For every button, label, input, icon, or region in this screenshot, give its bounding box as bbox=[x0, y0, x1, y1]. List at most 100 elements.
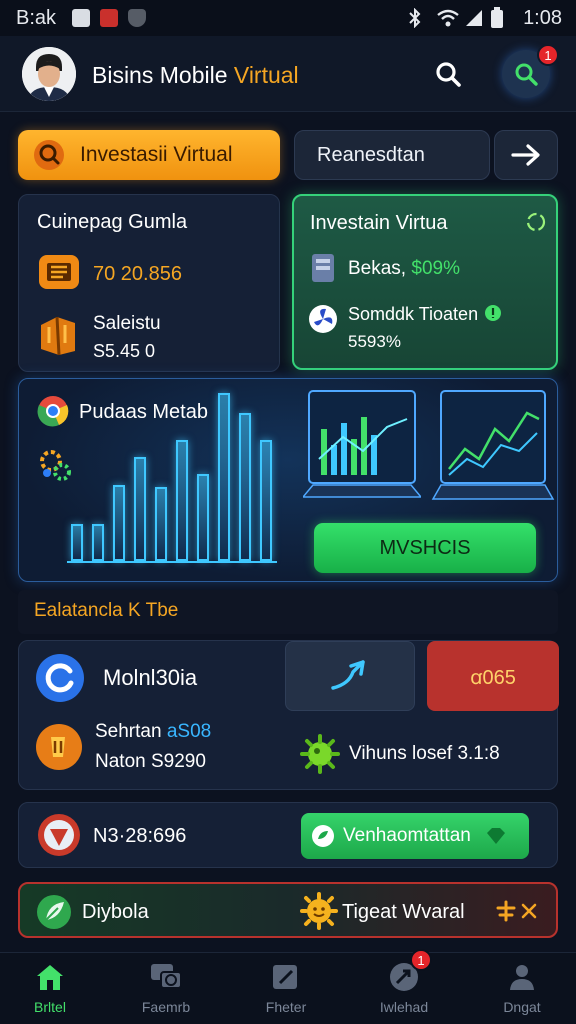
mono-right-label: Vihuns losef 3.1:8 bbox=[349, 743, 500, 764]
flipboard-icon bbox=[100, 9, 118, 27]
investasi-button[interactable]: Investasii Virtual bbox=[18, 130, 280, 180]
alert-icon bbox=[485, 305, 501, 321]
nav-item-edit[interactable]: Fheter bbox=[236, 961, 336, 1015]
app-title-main: Bisins Mobile bbox=[92, 62, 234, 88]
investasi-row-1-value: $09% bbox=[411, 258, 460, 279]
battery-icon bbox=[491, 7, 503, 28]
leaf-coin-icon bbox=[312, 825, 334, 847]
badge-shield-icon bbox=[38, 814, 80, 856]
virus-icon bbox=[300, 734, 340, 774]
investasi-row-2-value: 5593% bbox=[348, 332, 401, 351]
mono-line-1-label: Sehrtan bbox=[95, 721, 167, 742]
nav-item-rocket[interactable]: Iwlehad bbox=[354, 961, 454, 1015]
summary-value-1: 70 20.856 bbox=[93, 263, 182, 285]
summary-card-title: Cuinepag Gumla bbox=[37, 211, 188, 233]
nav-item-user[interactable]: Dngat bbox=[472, 961, 572, 1015]
search-icon bbox=[436, 62, 461, 87]
investasi-row-1-label: Bekas, bbox=[348, 258, 412, 279]
app-title-accent: Virtual bbox=[233, 62, 299, 88]
status-bar: B:ak 1:08 bbox=[0, 0, 576, 36]
investasi-card[interactable]: Investain Virtua Bekas, $09% Somddk Tioa… bbox=[292, 194, 558, 370]
section-title: Ealatancla K Tbe bbox=[34, 600, 179, 621]
nav-label-edit: Fheter bbox=[265, 999, 307, 1015]
venhaomtattan-label: Venhaomtattan bbox=[343, 825, 471, 846]
notification-badge: 1 bbox=[537, 44, 559, 66]
refresh-icon[interactable] bbox=[524, 210, 548, 234]
red-action-button[interactable]: ꭤ065 bbox=[427, 641, 559, 711]
photo-icon bbox=[72, 9, 90, 27]
home-icon bbox=[37, 965, 63, 990]
bar-8 bbox=[238, 413, 252, 561]
bar-3 bbox=[133, 456, 147, 561]
app-header: Bisins Mobile Virtual 1 bbox=[0, 36, 576, 112]
mono-line-2: Naton S9290 bbox=[95, 751, 206, 772]
arrow-right-icon bbox=[511, 144, 540, 166]
summary-label-2: Saleistu bbox=[93, 313, 161, 334]
mono-card-title: Molnl30ia bbox=[103, 665, 198, 690]
investasi-row-1: Bekas, $09% bbox=[348, 258, 460, 280]
bluetooth-icon bbox=[409, 8, 421, 28]
chart-toggle-button[interactable] bbox=[285, 641, 415, 711]
sync-icon bbox=[36, 654, 84, 702]
bar-1 bbox=[91, 524, 105, 561]
bar-chart bbox=[67, 389, 277, 563]
bar-9 bbox=[259, 440, 273, 561]
profile-search-icon bbox=[515, 63, 538, 86]
bar-2 bbox=[112, 485, 126, 561]
bottom-nav: Brltel Faemrb Fheter Iwlehad 1 Dngat bbox=[0, 949, 576, 1024]
mono-line-1-value: aS08 bbox=[166, 721, 212, 742]
code-value: N3·28:696 bbox=[93, 825, 187, 847]
search-button[interactable] bbox=[424, 50, 472, 98]
nav-label-user: Dngat bbox=[503, 999, 541, 1015]
magnifier-coin-icon bbox=[34, 140, 64, 170]
shield-icon bbox=[128, 9, 146, 27]
reanesdtan-button[interactable]: Reanesdtan bbox=[294, 130, 490, 180]
summary-card[interactable]: Cuinepag Gumla 70 20.856 Saleistu S5.45 … bbox=[18, 194, 280, 372]
wifi-icon bbox=[437, 9, 459, 27]
avatar[interactable] bbox=[22, 47, 76, 101]
diybola-row[interactable]: Diybola Tigeat Wvaral bbox=[18, 882, 558, 938]
laptop-chart-icon bbox=[431, 390, 555, 500]
diamond-icon bbox=[486, 828, 505, 844]
close-icon[interactable] bbox=[520, 902, 538, 920]
nav-label-home: Brltel bbox=[34, 999, 66, 1015]
carrier-label: B:ak bbox=[16, 7, 57, 29]
investasi-row-2-label: Somddk Tioaten bbox=[348, 304, 479, 324]
nav-item-home[interactable]: Brltel bbox=[0, 961, 100, 1015]
analytics-button[interactable]: MVSHCIS bbox=[314, 523, 536, 573]
user-icon bbox=[510, 965, 534, 990]
nav-label-rocket: Iwlehad bbox=[379, 999, 429, 1015]
plus-icon[interactable] bbox=[496, 900, 516, 922]
mono-card[interactable]: Molnl30ia ꭤ065 Sehrtan aS08 Naton S9290 … bbox=[18, 640, 559, 790]
investasi-button-label: Investasii Virtual bbox=[80, 143, 233, 166]
edit-icon bbox=[273, 965, 297, 989]
tigeat-label: Tigeat Wvaral bbox=[342, 901, 465, 923]
nav-badge: 1 bbox=[410, 949, 432, 971]
venhaomtattan-button[interactable]: Venhaomtattan bbox=[301, 813, 529, 859]
fan-icon bbox=[309, 305, 337, 333]
bar-6 bbox=[196, 473, 210, 561]
monitor-chart-icon bbox=[303, 390, 421, 498]
ledger-icon bbox=[39, 255, 79, 289]
coin-bag-icon bbox=[36, 724, 82, 770]
bar-4 bbox=[154, 487, 168, 561]
sun-character-icon bbox=[300, 892, 338, 930]
investasi-card-title: Investain Virtua bbox=[310, 212, 448, 234]
clock: 1:08 bbox=[523, 7, 562, 29]
chrome-icon bbox=[37, 396, 69, 427]
nav-label-chat: Faemrb bbox=[141, 999, 191, 1015]
nav-item-chat[interactable]: Faemrb bbox=[116, 961, 216, 1015]
app-title: Bisins Mobile Virtual bbox=[92, 62, 299, 89]
server-icon bbox=[312, 254, 334, 282]
signal-icon bbox=[466, 10, 482, 26]
bar-0 bbox=[70, 524, 84, 561]
mono-line-1: Sehrtan aS08 bbox=[95, 721, 211, 743]
bag-icon bbox=[41, 316, 75, 356]
chat-icon bbox=[151, 964, 182, 989]
bar-7 bbox=[217, 393, 231, 561]
green-leaf-icon bbox=[37, 895, 71, 929]
next-button[interactable] bbox=[494, 130, 558, 180]
code-row[interactable]: N3·28:696 Venhaomtattan bbox=[18, 802, 558, 868]
trend-icon bbox=[331, 660, 365, 690]
section-header: Ealatancla K Tbe bbox=[18, 590, 558, 634]
